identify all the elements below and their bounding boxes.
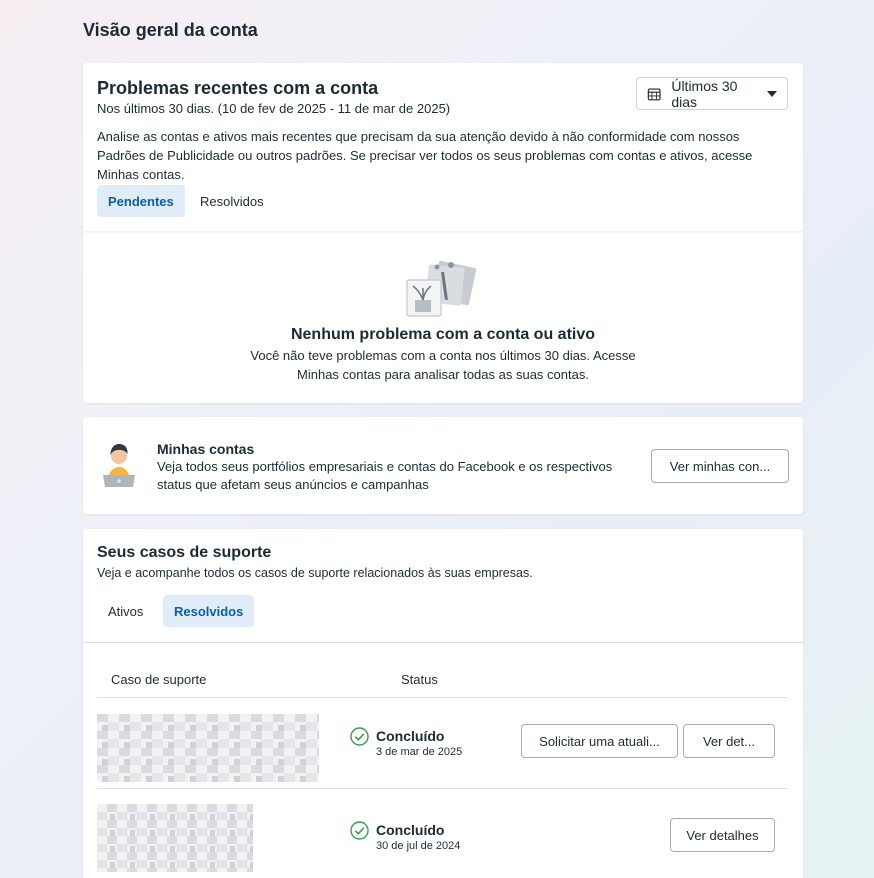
view-my-accounts-button[interactable]: Ver minhas con... — [651, 449, 789, 483]
check-circle-icon — [350, 821, 369, 840]
support-cases-subtitle: Veja e acompanhe todos os casos de supor… — [97, 566, 533, 580]
column-header-case: Caso de suporte — [111, 672, 207, 687]
range-text: Nos últimos 30 dias. (10 de fev de 2025 … — [97, 101, 451, 116]
caret-down-icon — [767, 90, 777, 97]
case-status: Concluído — [376, 728, 445, 744]
redacted-case-id — [97, 714, 319, 782]
calendar-icon — [647, 87, 661, 100]
tab-divider — [83, 231, 803, 234]
view-details-button[interactable]: Ver det... — [683, 724, 775, 758]
date-range-dropdown[interactable]: Últimos 30 dias — [636, 77, 788, 110]
support-cases-card: Seus casos de suporte Veja e acompanhe t… — [83, 529, 803, 878]
request-update-button[interactable]: Solicitar uma atuali... — [521, 724, 678, 758]
recent-issues-title: Problemas recentes com a conta — [97, 78, 379, 98]
person-laptop-icon — [103, 444, 135, 487]
empty-state-title: Nenhum problema com a conta ou ativo — [290, 326, 596, 343]
case-date: 30 de jul de 2024 — [376, 840, 461, 852]
case-date: 3 de mar de 2025 — [376, 746, 463, 758]
tab-resolvidos-support[interactable]: Resolvidos — [163, 595, 255, 627]
my-accounts-card: Minhas contas Veja todos seus portfólios… — [83, 417, 803, 514]
row-divider — [97, 788, 788, 789]
view-details-button[interactable]: Ver detalhes — [670, 818, 775, 852]
support-cases-title: Seus casos de suporte — [97, 544, 272, 561]
tab-resolvidos[interactable]: Resolvidos — [189, 185, 275, 217]
tab-ativos[interactable]: Ativos — [97, 595, 154, 627]
check-circle-icon — [350, 727, 369, 746]
column-header-status: Status — [401, 672, 438, 687]
row-divider — [97, 697, 788, 698]
date-range-label: Últimos 30 dias — [671, 77, 738, 110]
case-status: Concluído — [376, 822, 445, 838]
empty-state-text: Você não teve problemas com a conta nos … — [250, 348, 636, 382]
recent-issues-card: Problemas recentes com a conta Nos últim… — [83, 63, 803, 403]
tabs-divider — [83, 642, 803, 643]
page-title: Visão geral da conta — [83, 20, 258, 40]
redacted-case-id — [97, 804, 253, 872]
issues-description: Analise as contas e ativos mais recentes… — [97, 129, 753, 182]
tab-pendentes[interactable]: Pendentes — [97, 185, 185, 217]
my-accounts-title: Minhas contas — [157, 441, 255, 457]
empty-documents-illustration — [406, 260, 477, 317]
my-accounts-text: Veja todos seus portfólios empresariais … — [157, 459, 613, 492]
